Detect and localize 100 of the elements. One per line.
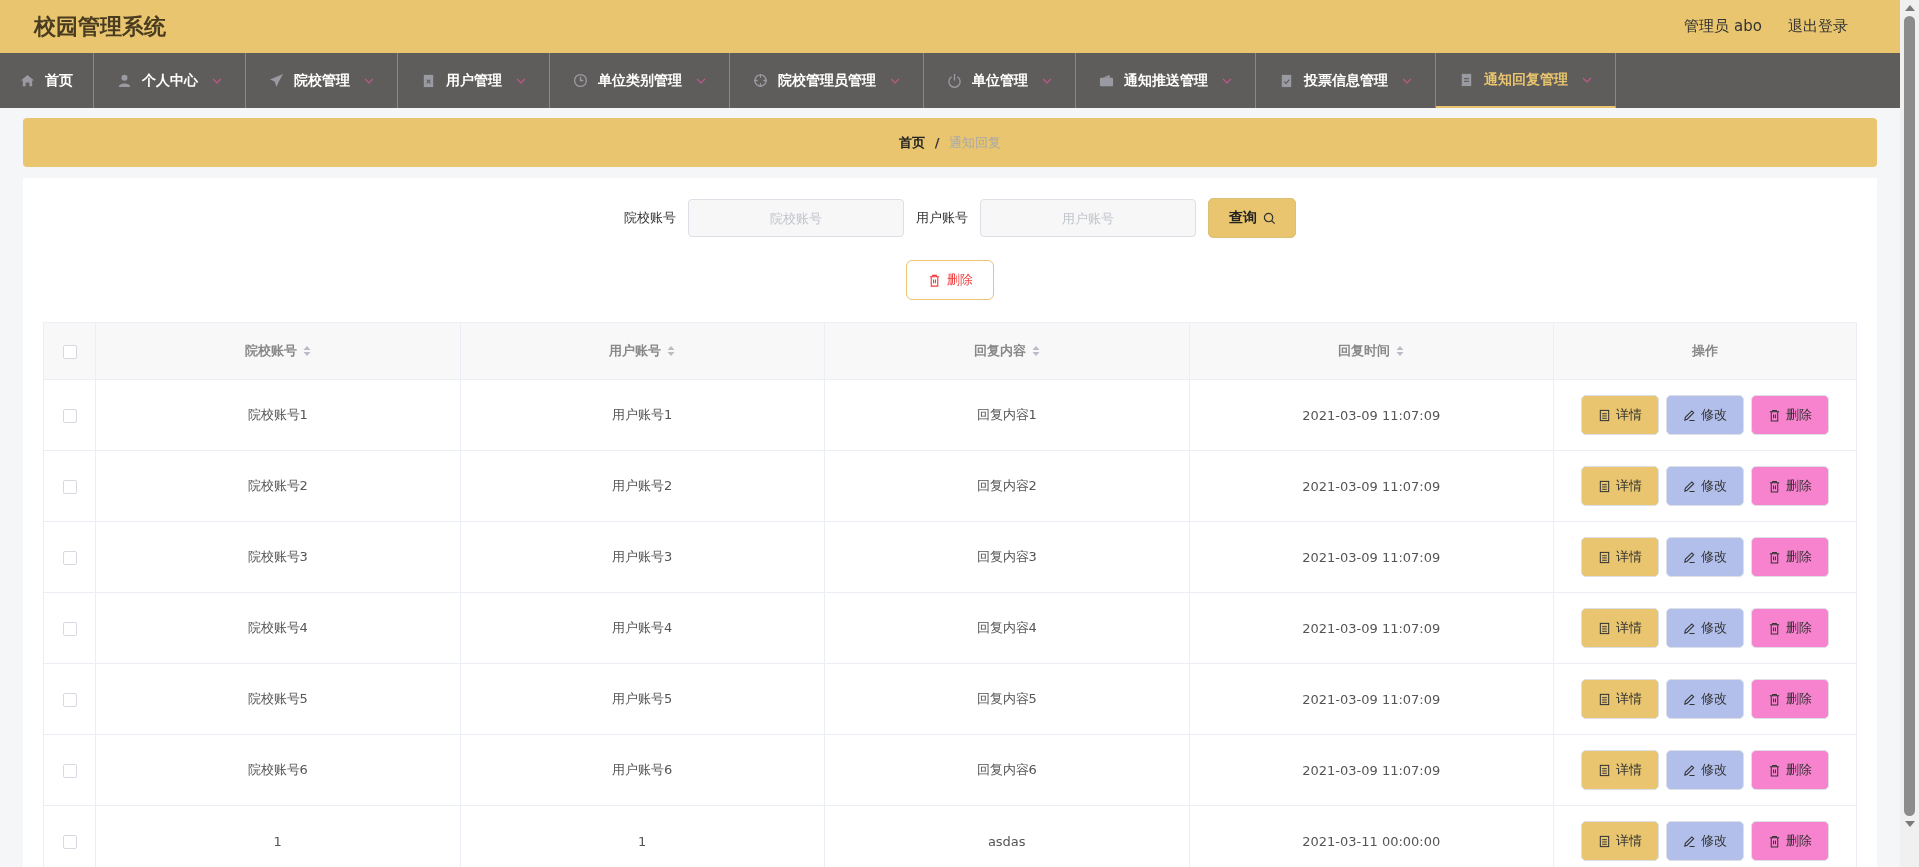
delete-button[interactable]: 删除 (1751, 608, 1829, 648)
breadcrumb-link[interactable]: 首页 (898, 133, 925, 152)
table-cell: 用户账号5 (612, 691, 673, 706)
detail-button[interactable]: 详情 (1581, 537, 1659, 577)
select-all-checkbox[interactable] (62, 344, 77, 359)
pencil-icon (1683, 692, 1696, 706)
table-cell: 用户账号3 (612, 549, 673, 564)
table-cell: 2021-03-09 11:07:09 (1302, 478, 1441, 494)
detail-button[interactable]: 详情 (1581, 821, 1659, 861)
nav-tab[interactable]: 通知推送管理 (1076, 53, 1256, 108)
user-icon (117, 73, 132, 88)
column-header: 回复内容 (973, 342, 1026, 360)
document-icon (1598, 550, 1611, 564)
breadcrumb-current: 通知回复 (949, 133, 1002, 152)
sort-icon[interactable] (1031, 345, 1040, 357)
table-cell: 回复内容2 (976, 478, 1037, 493)
row-checkbox[interactable] (62, 550, 77, 565)
table-cell: 2021-03-09 11:07:09 (1302, 620, 1441, 636)
app-title: 校园管理系统 (34, 12, 166, 41)
table-cell: 院校账号5 (247, 691, 308, 706)
crosshair-icon (753, 73, 768, 88)
user-name: 管理员 abo (1684, 17, 1762, 36)
detail-button[interactable]: 详情 (1581, 679, 1659, 719)
row-checkbox[interactable] (62, 621, 77, 636)
nav-tab[interactable]: 投票信息管理 (1256, 53, 1436, 108)
nav-tab[interactable]: 院校管理员管理 (730, 53, 924, 108)
table-cell: 用户账号4 (612, 620, 673, 635)
table-cell: 院校账号4 (247, 620, 308, 635)
plane-icon (269, 73, 284, 88)
document-icon (1598, 834, 1611, 848)
edit-button[interactable]: 修改 (1666, 395, 1744, 435)
delete-button[interactable]: 删除 (906, 260, 994, 300)
nav-tab[interactable]: 首页 (0, 53, 94, 108)
scroll-down-icon[interactable] (1904, 821, 1915, 827)
row-checkbox[interactable] (62, 408, 77, 423)
column-header: 回复时间 (1338, 342, 1391, 360)
table-cell: 2021-03-09 11:07:09 (1302, 691, 1441, 707)
delete-button[interactable]: 删除 (1751, 466, 1829, 506)
scrollbar[interactable] (1900, 0, 1919, 867)
nav-tab[interactable]: 单位类别管理 (550, 53, 730, 108)
pencil-icon (1683, 834, 1696, 848)
table-cell: 1 (638, 833, 647, 849)
field-label: 用户账号 (916, 209, 968, 227)
detail-button[interactable]: 详情 (1581, 608, 1659, 648)
edit-button[interactable]: 修改 (1666, 821, 1744, 861)
row-checkbox[interactable] (62, 692, 77, 707)
table-cell: 用户账号6 (612, 762, 673, 777)
scroll-up-icon[interactable] (1904, 5, 1915, 11)
sort-icon[interactable] (1396, 345, 1405, 357)
table-cell: 回复内容6 (976, 762, 1037, 777)
sort-icon[interactable] (302, 345, 311, 357)
table-cell: 回复内容5 (976, 691, 1037, 706)
document-icon (1598, 408, 1611, 422)
table-cell: 1 (273, 833, 282, 849)
sort-icon[interactable] (667, 345, 676, 357)
table-cell: 2021-03-09 11:07:09 (1302, 549, 1441, 565)
delete-button[interactable]: 删除 (1751, 537, 1829, 577)
edit-button[interactable]: 修改 (1666, 679, 1744, 719)
detail-button[interactable]: 详情 (1581, 750, 1659, 790)
document-icon (1598, 692, 1611, 706)
breadcrumb-separator: / (934, 135, 940, 150)
table-cell: 院校账号6 (247, 762, 308, 777)
delete-button[interactable]: 删除 (1751, 750, 1829, 790)
pencil-icon (1683, 621, 1696, 635)
trash-icon (1768, 479, 1781, 493)
nav-tab[interactable]: 单位管理 (924, 53, 1076, 108)
table-cell: 2021-03-09 11:07:09 (1302, 762, 1441, 778)
trash-icon (927, 273, 941, 287)
edit-button[interactable]: 修改 (1666, 608, 1744, 648)
delete-button[interactable]: 删除 (1751, 821, 1829, 861)
row-checkbox[interactable] (62, 763, 77, 778)
trash-icon (1768, 550, 1781, 564)
row-checkbox[interactable] (62, 834, 77, 849)
row-checkbox[interactable] (62, 479, 77, 494)
nav-tab[interactable]: 用户管理 (398, 53, 550, 108)
logout-link[interactable]: 退出登录 (1788, 17, 1848, 36)
table-cell: 用户账号1 (612, 407, 673, 422)
clock-icon (573, 73, 588, 88)
nav-tab[interactable]: 院校管理 (246, 53, 398, 108)
table-cell: 2021-03-11 00:00:00 (1302, 833, 1441, 849)
home-icon (20, 73, 35, 88)
table-cell: 2021-03-09 11:07:09 (1302, 407, 1441, 423)
clipboard-x-icon (421, 73, 436, 88)
table-cell: 院校账号1 (247, 407, 308, 422)
document-icon (1598, 763, 1611, 777)
nav-tab[interactable]: 通知回复管理 (1436, 53, 1616, 108)
nav-tab[interactable]: 个人中心 (94, 53, 246, 108)
detail-button[interactable]: 详情 (1581, 466, 1659, 506)
edit-button[interactable]: 修改 (1666, 466, 1744, 506)
delete-button[interactable]: 删除 (1751, 395, 1829, 435)
detail-button[interactable]: 详情 (1581, 395, 1659, 435)
document-icon (1598, 479, 1611, 493)
clipboard-icon (1459, 72, 1474, 87)
search-button[interactable]: 查询 (1208, 198, 1296, 238)
edit-button[interactable]: 修改 (1666, 750, 1744, 790)
document-icon (1598, 621, 1611, 635)
scrollbar-thumb[interactable] (1904, 16, 1915, 816)
edit-button[interactable]: 修改 (1666, 537, 1744, 577)
delete-button[interactable]: 删除 (1751, 679, 1829, 719)
pencil-icon (1683, 408, 1696, 422)
